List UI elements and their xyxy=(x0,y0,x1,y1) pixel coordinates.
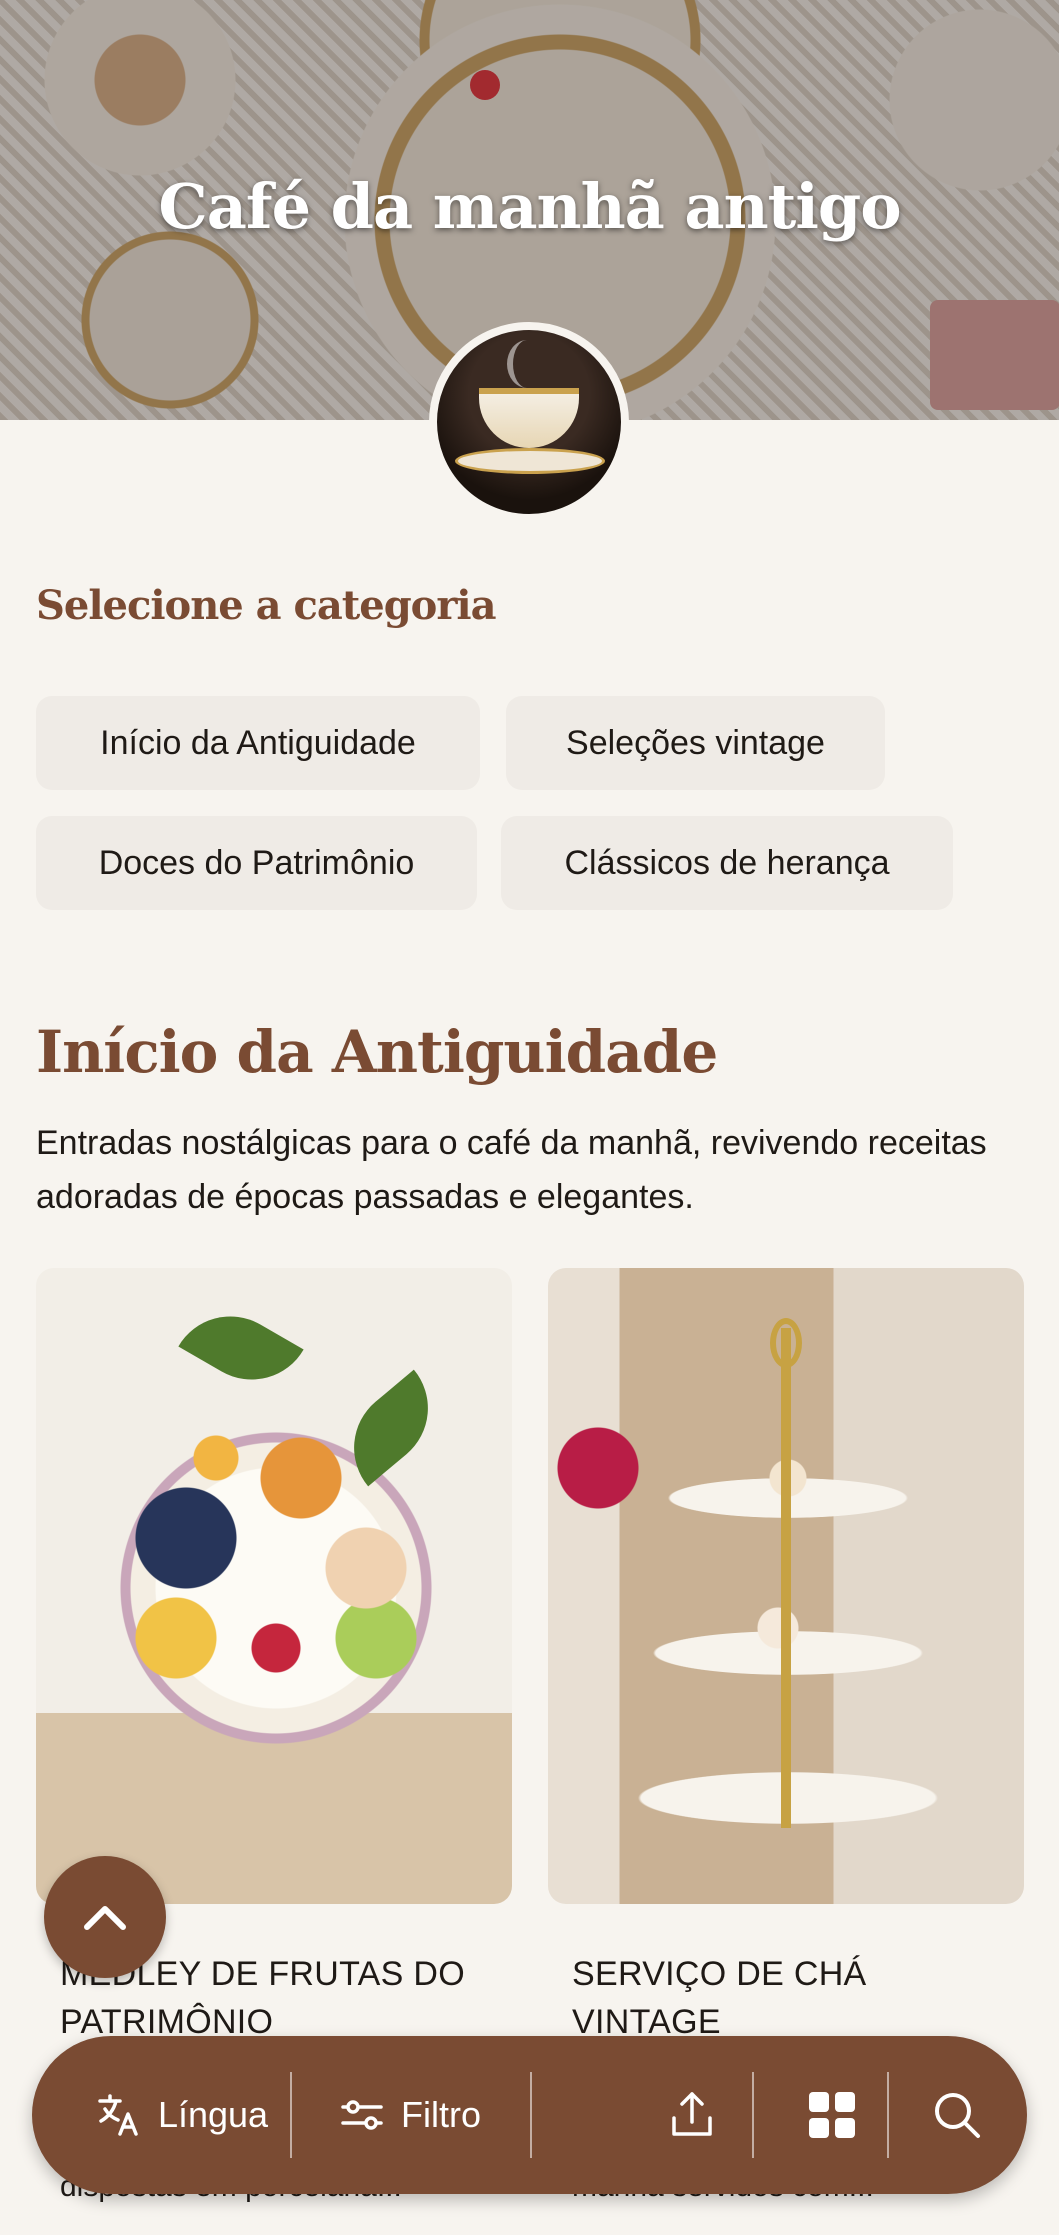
filter-button[interactable]: Filtro xyxy=(300,2036,520,2194)
back-to-top-button[interactable] xyxy=(44,1856,166,1978)
category-chip-inicio[interactable]: Início da Antiguidade xyxy=(36,696,480,790)
section-description: Entradas nostálgicas para o café da manh… xyxy=(36,1124,987,1216)
avatar xyxy=(429,322,629,522)
filter-icon xyxy=(341,2100,383,2130)
teacup-decoration xyxy=(479,388,579,448)
category-heading: Selecione a categoria xyxy=(36,582,497,629)
grid-view-button[interactable] xyxy=(772,2036,892,2194)
stand-pole-decoration xyxy=(781,1328,791,1828)
chevron-up-icon xyxy=(84,1906,126,1930)
saucer-decoration xyxy=(455,448,605,474)
category-chip-doces[interactable]: Doces do Patrimônio xyxy=(36,816,477,910)
leaf-decoration xyxy=(329,1369,453,1487)
category-chip-classicos[interactable]: Clássicos de herança xyxy=(501,816,953,910)
page-title: Café da manhã antigo xyxy=(158,170,901,243)
grid-icon xyxy=(809,2092,855,2138)
card-title[interactable]: SERVIÇO DE CHÁ VINTAGE xyxy=(572,1950,1012,2046)
share-button[interactable] xyxy=(622,2036,762,2194)
section-title: Início da Antiguidade xyxy=(36,1018,718,1086)
card-image-fruit[interactable] xyxy=(36,1268,512,1904)
share-icon xyxy=(672,2092,712,2136)
language-label: Língua xyxy=(157,2094,269,2135)
toolbar-divider xyxy=(530,2072,532,2158)
leaf-decoration xyxy=(178,1294,304,1402)
toolbar-divider xyxy=(290,2072,292,2158)
search-icon xyxy=(935,2093,980,2138)
category-chip-selecoes[interactable]: Seleções vintage xyxy=(506,696,885,790)
bottom-toolbar: Língua Filtro xyxy=(32,2036,1027,2194)
toolbar-divider xyxy=(752,2072,754,2158)
toolbar-divider xyxy=(887,2072,889,2158)
steam-decoration xyxy=(507,340,547,388)
language-button[interactable]: Língua xyxy=(72,2036,292,2194)
search-button[interactable] xyxy=(902,2036,1012,2194)
rose-decoration xyxy=(470,70,500,100)
napkin-decoration xyxy=(930,300,1059,410)
filter-label: Filtro xyxy=(401,2094,481,2135)
card-image-tea[interactable] xyxy=(548,1268,1024,1904)
translate-icon xyxy=(98,2094,138,2136)
